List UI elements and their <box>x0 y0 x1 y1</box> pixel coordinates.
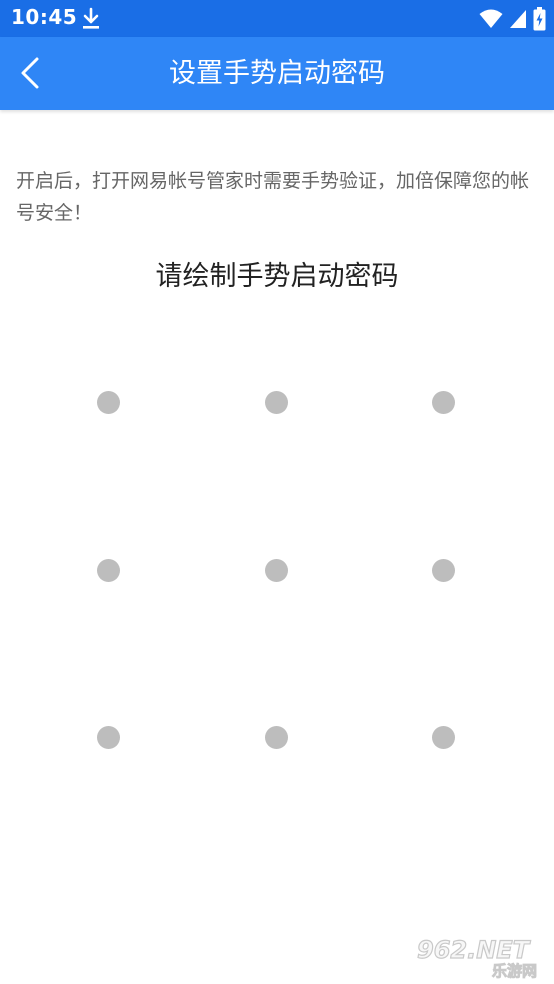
battery-charging-icon <box>533 7 546 31</box>
status-time: 10:45 <box>11 5 78 29</box>
page-title: 设置手势启动密码 <box>169 58 385 89</box>
gesture-dot-7[interactable] <box>97 726 120 749</box>
cell-signal-icon <box>510 10 526 28</box>
site-watermark-logo: 962.NET 乐游网 <box>416 935 537 979</box>
app-bar: 设置手势启动密码 <box>0 37 554 110</box>
gesture-dot-9[interactable] <box>432 726 455 749</box>
gesture-dot-8[interactable] <box>265 726 288 749</box>
gesture-dot-3[interactable] <box>432 391 455 414</box>
download-icon <box>83 7 99 29</box>
gesture-prompt: 请绘制手势启动密码 <box>155 261 399 292</box>
gesture-dot-2[interactable] <box>265 391 288 414</box>
gesture-dot-4[interactable] <box>97 559 120 582</box>
gesture-dot-6[interactable] <box>432 559 455 582</box>
gesture-dot-1[interactable] <box>97 391 120 414</box>
wifi-icon <box>479 9 503 28</box>
gesture-pattern-pad[interactable] <box>0 320 554 840</box>
watermark-line2: 乐游网 <box>492 962 537 979</box>
status-bar: 10:45 <box>0 0 554 37</box>
watermark-line1: 962.NET <box>417 936 531 964</box>
gesture-dot-5[interactable] <box>265 559 288 582</box>
description-text: 开启后，打开网易帐号管家时需要手势验证，加倍保障您的帐号安全！ <box>16 170 530 224</box>
